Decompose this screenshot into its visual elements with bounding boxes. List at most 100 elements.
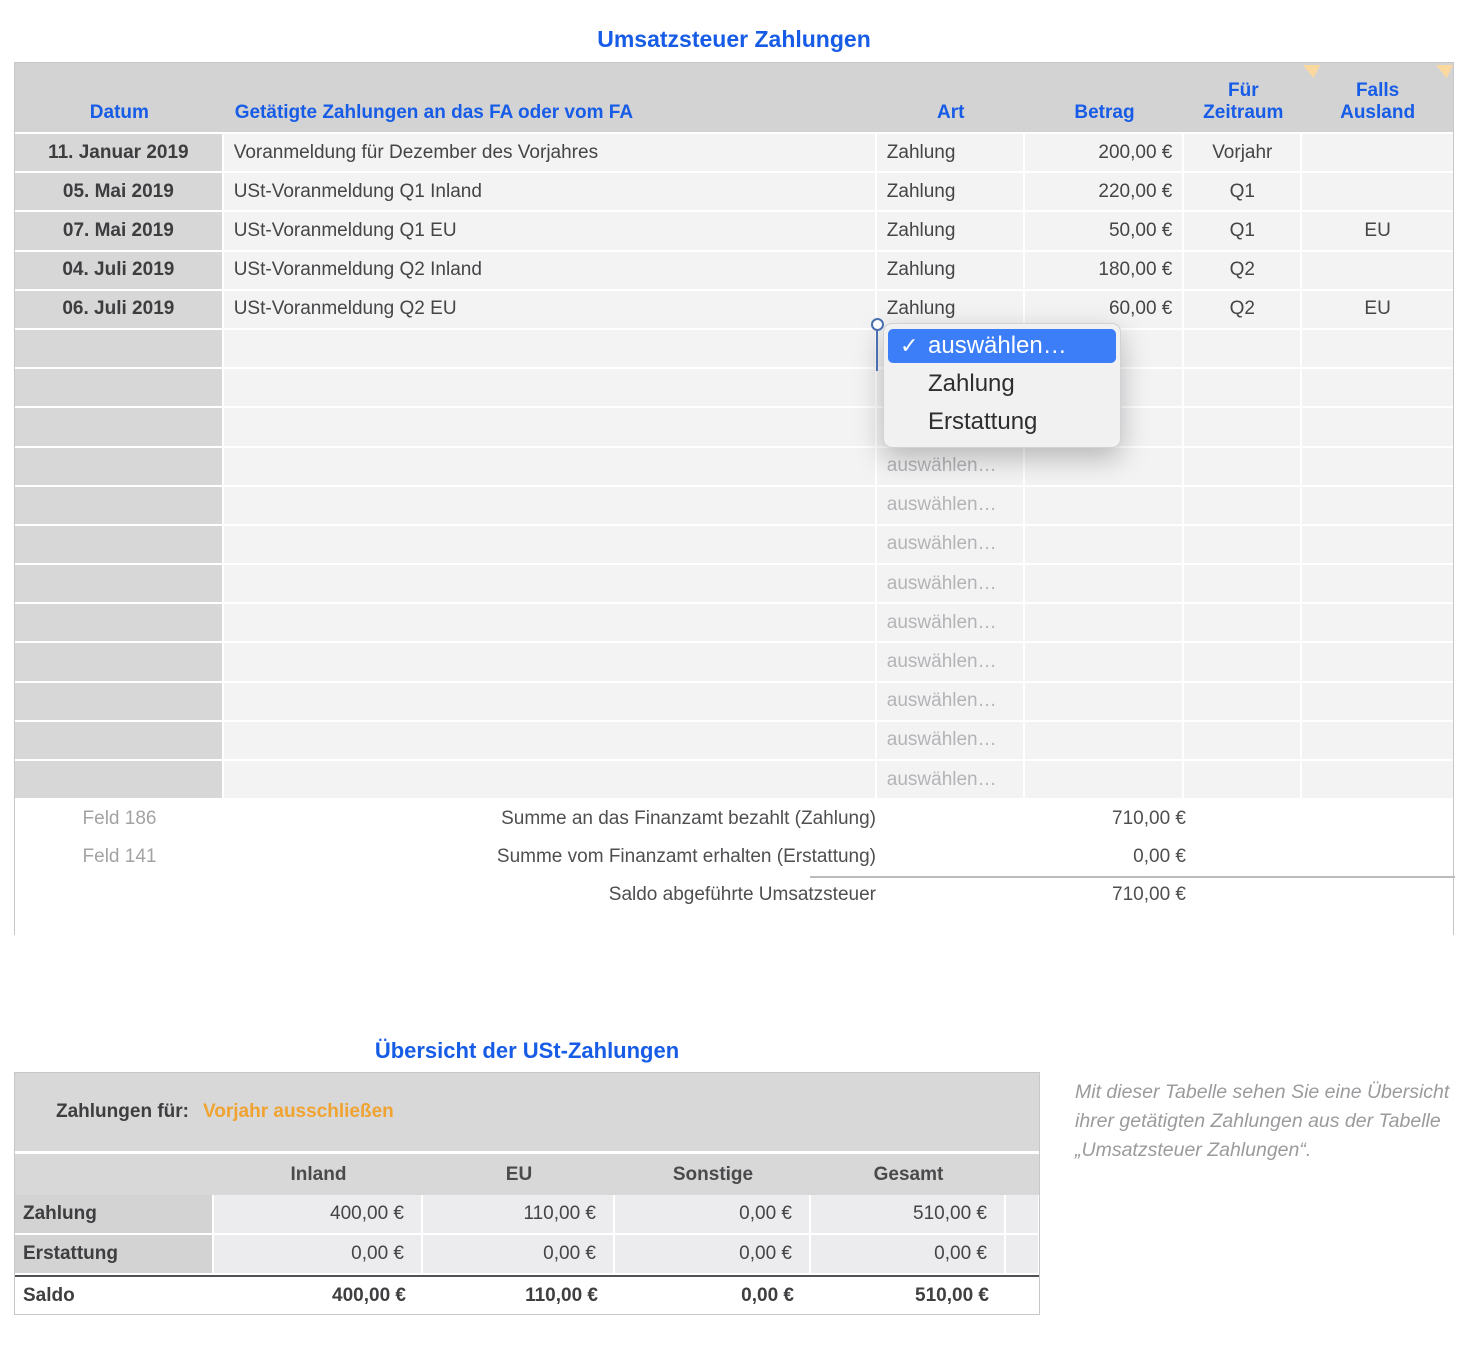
cell-beschreibung[interactable] <box>224 761 877 800</box>
cell-ausland[interactable] <box>1302 565 1453 604</box>
row-label[interactable]: Saldo <box>15 1285 214 1307</box>
cell-art[interactable]: auswählen… <box>877 487 1025 526</box>
cell-ausland[interactable]: EU <box>1302 291 1453 330</box>
cell-ausland[interactable] <box>1302 408 1453 447</box>
cell-art[interactable]: auswählen… <box>877 683 1025 722</box>
column-header-eu[interactable]: EU <box>423 1164 615 1186</box>
cell-ausland[interactable] <box>1302 369 1453 408</box>
cell-ausland[interactable] <box>1302 487 1453 526</box>
cell-ausland[interactable] <box>1302 173 1453 212</box>
cell-art[interactable]: Zahlung <box>877 134 1025 173</box>
cell-value[interactable]: 110,00 € <box>423 1195 615 1235</box>
cell-ausland[interactable] <box>1302 526 1453 565</box>
cell-ausland[interactable] <box>1302 604 1453 643</box>
cell-betrag[interactable]: 220,00 € <box>1025 173 1185 212</box>
cell-beschreibung[interactable] <box>224 487 877 526</box>
summary-value[interactable]: 710,00 € <box>876 884 1186 906</box>
cell-zeitraum[interactable] <box>1184 683 1302 722</box>
cell-art[interactable]: auswählen… <box>877 526 1025 565</box>
cell-ausland[interactable] <box>1302 448 1453 487</box>
cell-ausland[interactable] <box>1302 722 1453 761</box>
cell-ausland[interactable] <box>1302 683 1453 722</box>
cell-datum[interactable] <box>15 448 224 487</box>
cell-datum[interactable] <box>15 330 224 369</box>
cell-ausland[interactable] <box>1302 330 1453 369</box>
cell-betrag[interactable] <box>1025 643 1185 682</box>
cell-datum[interactable] <box>15 683 224 722</box>
cell-value[interactable]: 0,00 € <box>214 1235 423 1275</box>
cell-ausland[interactable] <box>1302 761 1453 800</box>
cell-value[interactable]: 0,00 € <box>615 1285 811 1307</box>
cell-value[interactable]: 510,00 € <box>811 1195 1006 1235</box>
cell-value[interactable]: 510,00 € <box>811 1285 1006 1307</box>
cell-art[interactable]: auswählen… <box>877 722 1025 761</box>
cell-art[interactable]: Zahlung <box>877 173 1025 212</box>
art-placeholder[interactable]: auswählen… <box>887 729 997 751</box>
column-header-zeitraum[interactable]: Für Zeitraum <box>1184 80 1302 132</box>
art-placeholder[interactable]: auswählen… <box>887 573 997 595</box>
cell-zeitraum[interactable]: Q2 <box>1184 252 1302 291</box>
filter-control[interactable]: Vorjahr ausschließen <box>203 1101 394 1123</box>
cell-betrag[interactable] <box>1025 565 1185 604</box>
cell-beschreibung[interactable] <box>224 565 877 604</box>
cell-zeitraum[interactable] <box>1184 408 1302 447</box>
art-placeholder[interactable]: auswählen… <box>887 612 997 634</box>
cell-beschreibung[interactable] <box>224 330 877 369</box>
cell-betrag[interactable]: 180,00 € <box>1025 252 1185 291</box>
cell-datum[interactable]: 06. Juli 2019 <box>15 291 224 330</box>
cell-value[interactable]: 400,00 € <box>214 1195 423 1235</box>
column-header-betrag[interactable]: Betrag <box>1025 102 1185 132</box>
cell-datum[interactable] <box>15 643 224 682</box>
cell-beschreibung[interactable] <box>224 448 877 487</box>
cell-betrag[interactable] <box>1025 448 1185 487</box>
column-header-gesamt[interactable]: Gesamt <box>811 1164 1006 1186</box>
cell-art[interactable]: auswählen… <box>877 565 1025 604</box>
column-header-sonstige[interactable]: Sonstige <box>615 1164 811 1186</box>
cell-value[interactable]: 0,00 € <box>615 1235 811 1275</box>
cell-datum[interactable] <box>15 722 224 761</box>
cell-beschreibung[interactable]: Voranmeldung für Dezember des Vorjahres <box>224 134 877 173</box>
cell-art[interactable]: Zahlung <box>877 252 1025 291</box>
cell-selection-handle[interactable] <box>871 318 884 331</box>
cell-beschreibung[interactable] <box>224 369 877 408</box>
art-placeholder[interactable]: auswählen… <box>887 651 997 673</box>
cell-zeitraum[interactable]: Vorjahr <box>1184 134 1302 173</box>
column-header-beschreibung[interactable]: Getätigte Zahlungen an das FA oder vom F… <box>224 102 877 132</box>
art-placeholder[interactable]: auswählen… <box>887 690 997 712</box>
cell-datum[interactable]: 05. Mai 2019 <box>15 173 224 212</box>
cell-zeitraum[interactable] <box>1184 330 1302 369</box>
menu-item-zahlung[interactable]: Zahlung <box>884 365 1120 403</box>
cell-value[interactable]: 400,00 € <box>214 1285 423 1307</box>
cell-datum[interactable] <box>15 761 224 800</box>
cell-ausland[interactable] <box>1302 252 1453 291</box>
cell-beschreibung[interactable]: USt-Voranmeldung Q1 Inland <box>224 173 877 212</box>
cell-beschreibung[interactable] <box>224 526 877 565</box>
cell-value[interactable]: 110,00 € <box>423 1285 615 1307</box>
cell-art[interactable]: auswählen… <box>877 643 1025 682</box>
cell-beschreibung[interactable]: USt-Voranmeldung Q2 EU <box>224 291 877 330</box>
comment-indicator-icon[interactable] <box>1436 65 1453 78</box>
column-header-ausland[interactable]: Falls Ausland <box>1302 80 1453 132</box>
cell-value[interactable]: 0,00 € <box>811 1235 1006 1275</box>
column-header-datum[interactable]: Datum <box>15 102 224 132</box>
cell-datum[interactable] <box>15 565 224 604</box>
cell-datum[interactable] <box>15 487 224 526</box>
cell-datum[interactable] <box>15 526 224 565</box>
cell-zeitraum[interactable]: Q2 <box>1184 291 1302 330</box>
cell-value[interactable]: 0,00 € <box>423 1235 615 1275</box>
cell-zeitraum[interactable] <box>1184 761 1302 800</box>
menu-item-auswaehlen[interactable]: ✓ auswählen… <box>888 329 1116 363</box>
menu-item-erstattung[interactable]: Erstattung <box>884 403 1120 441</box>
summary-value[interactable]: 710,00 € <box>876 808 1186 830</box>
cell-betrag[interactable] <box>1025 604 1185 643</box>
cell-betrag[interactable] <box>1025 761 1185 800</box>
cell-betrag[interactable]: 50,00 € <box>1025 212 1185 251</box>
cell-beschreibung[interactable] <box>224 643 877 682</box>
cell-zeitraum[interactable] <box>1184 448 1302 487</box>
cell-art[interactable]: auswählen… <box>877 448 1025 487</box>
cell-value[interactable]: 0,00 € <box>615 1195 811 1235</box>
cell-zeitraum[interactable] <box>1184 526 1302 565</box>
row-label[interactable]: Zahlung <box>15 1195 214 1235</box>
comment-indicator-icon[interactable] <box>1303 65 1320 78</box>
cell-zeitraum[interactable]: Q1 <box>1184 212 1302 251</box>
